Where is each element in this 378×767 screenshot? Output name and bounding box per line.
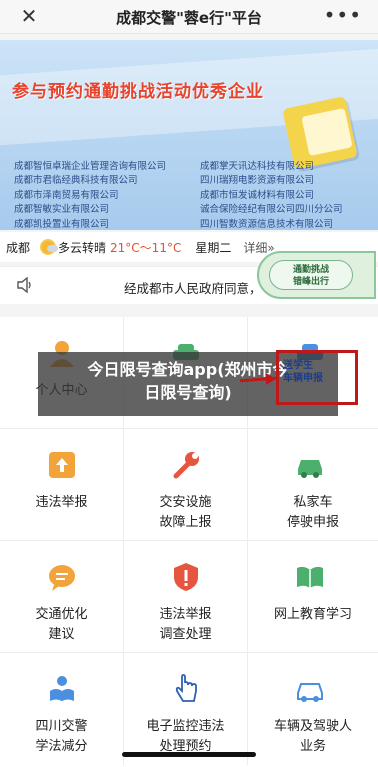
- wrench-icon: [170, 449, 202, 481]
- banner-company: 成都市恒发诚材料有限公司: [200, 189, 315, 201]
- banner-headline: 参与预约通勤挑战活动优秀企业: [12, 82, 264, 102]
- grid-item-label: 车辆及驾驶人 业务: [273, 719, 352, 754]
- open-book-icon: [294, 561, 326, 593]
- reading-person-icon: [46, 673, 78, 705]
- grid-item-online-education[interactable]: 网上教育学习: [248, 541, 378, 653]
- speaker-icon: [16, 276, 34, 297]
- private-car-icon: [294, 449, 326, 481]
- home-indicator[interactable]: [122, 752, 256, 757]
- highlight-label: 送学生 车辆申报: [283, 359, 323, 385]
- grid-item-label: 交通优化 建议: [35, 607, 88, 642]
- weather-weekday: 星期二: [195, 240, 232, 255]
- grid-item-label: 交安设施 故障上报: [159, 495, 212, 530]
- grid-item-label: 电子监控违法 处理预约: [146, 719, 225, 754]
- top-nav-bar: ✕ 成都交警"蓉e行"平台 •••: [0, 0, 378, 34]
- upload-report-icon: [46, 449, 78, 481]
- grid-item-private-car-suspend[interactable]: 私家车 停驶申报: [248, 429, 378, 541]
- grid-item-label: 违法举报 调查处理: [159, 607, 212, 642]
- grid-item-report-investigation[interactable]: 违法举报 调查处理: [124, 541, 248, 653]
- grid-item-label: 私家车 停驶申报: [286, 495, 339, 530]
- more-options-icon[interactable]: •••: [324, 3, 362, 27]
- banner-company: 成都凯投置业有限公司: [14, 218, 110, 230]
- banner-company: 诚合保险经纪有限公司四川分公司: [200, 204, 343, 216]
- grid-item-label: 四川交警 学法减分: [35, 719, 88, 754]
- bubble-line: 错峰出行: [292, 277, 329, 287]
- banner-company: 成都智恒卓瑞企业管理咨询有限公司: [14, 161, 167, 172]
- highlight-line: 送学生: [283, 360, 313, 371]
- grid-item-vehicle-driver-business[interactable]: 车辆及驾驶人 业务: [248, 653, 378, 765]
- chat-bubble-icon: [46, 561, 78, 593]
- banner-company: 成都市泽南贸易有限公司: [14, 189, 119, 201]
- grid-item-monitor-appointment[interactable]: 电子监控违法 处理预约: [124, 653, 248, 765]
- commute-challenge-bubble[interactable]: 通勤挑战 错峰出行: [257, 251, 376, 299]
- grid-item-label: 网上教育学习: [273, 607, 352, 622]
- weather-condition: 多云转晴: [58, 240, 107, 255]
- grid-item-label: 违法举报: [35, 495, 88, 510]
- bubble-label: 通勤挑战 错峰出行: [269, 260, 353, 290]
- banner-company-list-left: 成都智恒卓瑞企业管理咨询有限公司 成都市君临经典科技有限公司 成都市泽南贸易有限…: [14, 160, 166, 230]
- banner-company: 成都掌天讯达科技有限公司: [200, 161, 315, 172]
- grid-item-traffic-suggestion[interactable]: 交通优化 建议: [0, 541, 124, 653]
- weather-city: 成都: [6, 240, 31, 255]
- notice-text: 经成都市人民政府同意，: [124, 281, 262, 296]
- weather-temperature: 21°C～11°C: [110, 240, 182, 255]
- student-vehicle-highlight[interactable]: 送学生 车辆申报: [276, 350, 358, 405]
- shield-alert-icon: [170, 561, 202, 593]
- grid-item-law-study[interactable]: 四川交警 学法减分: [0, 653, 124, 765]
- promo-banner[interactable]: 参与预约通勤挑战活动优秀企业 成都智恒卓瑞企业管理咨询有限公司 成都市君临经典科…: [0, 40, 378, 230]
- grid-item-violation-report[interactable]: 违法举报: [0, 429, 124, 541]
- grid-item-facility-fault[interactable]: 交安设施 故障上报: [124, 429, 248, 541]
- partly-cloudy-icon: [40, 239, 59, 255]
- banner-company: 成都市君临经典科技有限公司: [14, 175, 138, 187]
- banner-company: 四川智数资源信息技术有限公司: [200, 218, 334, 230]
- banner-company-list-right: 成都掌天讯达科技有限公司 四川瑞翔电影资源有限公司 成都市恒发诚材料有限公司 诚…: [200, 160, 343, 230]
- banner-company: 成都智敏实业有限公司: [14, 204, 110, 216]
- bubble-line: 通勤挑战: [292, 265, 329, 275]
- hand-pointer-icon: [170, 673, 202, 705]
- arrow-head-icon: [266, 373, 276, 385]
- highlight-line: 车辆申报: [283, 373, 323, 384]
- banner-company: 四川瑞翔电影资源有限公司: [200, 175, 315, 187]
- page-title: 成都交警"蓉e行"平台: [116, 9, 262, 27]
- car-driver-icon: [294, 673, 326, 705]
